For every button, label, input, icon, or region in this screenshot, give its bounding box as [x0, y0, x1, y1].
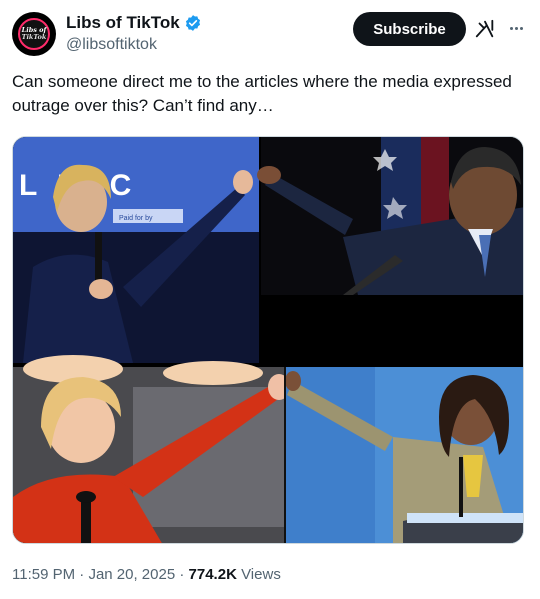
tweet-date[interactable]: Jan 20, 2025 — [88, 566, 175, 583]
author-handle[interactable]: @libsoftiktok — [66, 34, 202, 56]
collage-panel-top-left: L RYC Paid for by — [13, 137, 259, 363]
tweet-media[interactable]: L RYC Paid for by — [12, 136, 524, 544]
tweet-text: Can someone direct me to the articles wh… — [12, 72, 512, 115]
sign-subtext: Paid for by — [119, 215, 153, 222]
avatar[interactable]: Libs of TikTok — [12, 12, 56, 56]
views-count[interactable]: 774.2K — [189, 566, 237, 583]
display-name-row: Libs of TikTok — [66, 12, 202, 33]
more-dot — [509, 26, 513, 30]
more-dot — [519, 26, 523, 30]
meta-separator: · — [79, 566, 85, 583]
photo-collage: L RYC Paid for by — [13, 137, 523, 543]
collage-panel-top-right — [257, 137, 523, 295]
views-label: Views — [241, 566, 281, 583]
collage-panel-bottom-right — [285, 367, 523, 543]
tweet-time[interactable]: 11:59 PM — [12, 566, 75, 583]
verified-badge-icon[interactable] — [184, 14, 202, 32]
tweet-header: Libs of TikTok Libs of TikTok @libsoftik… — [12, 10, 528, 58]
display-name[interactable]: Libs of TikTok — [66, 12, 180, 33]
collage-panel-bottom-left — [13, 355, 290, 543]
subscribe-button[interactable]: Subscribe — [353, 12, 466, 46]
tweet-meta: 11:59 PM · Jan 20, 2025 · 774.2K Views — [12, 565, 281, 585]
grok-icon[interactable] — [474, 18, 496, 40]
meta-separator: · — [179, 566, 185, 583]
avatar-text-line2: TikTok — [21, 33, 47, 41]
author-names: Libs of TikTok @libsoftiktok — [66, 12, 202, 56]
more-dot — [514, 26, 518, 30]
more-icon[interactable] — [504, 16, 528, 40]
avatar-logo: Libs of TikTok — [18, 18, 50, 50]
